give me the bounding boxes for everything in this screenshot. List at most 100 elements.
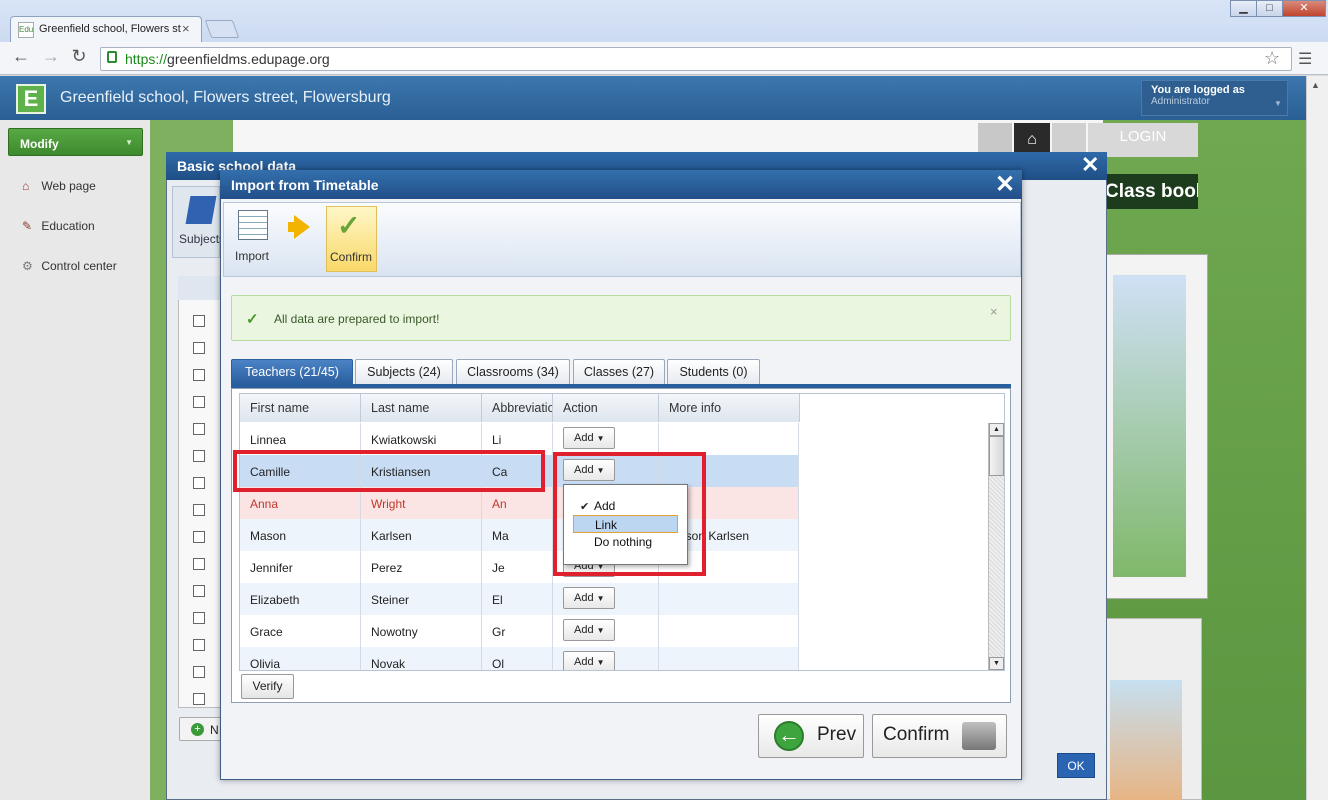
students-photo	[1110, 680, 1182, 800]
caret-icon: ▼	[596, 626, 605, 635]
bookmark-star-icon[interactable]: ☆	[1264, 48, 1280, 69]
action-dropdown[interactable]: Add ▼	[563, 587, 615, 609]
tree-image	[1113, 275, 1186, 577]
sidebar-item-education[interactable]: ✎ Education	[22, 219, 95, 233]
table-row[interactable]: Grace Nowotny Gr Add ▼	[240, 615, 799, 647]
class-book-link[interactable]: Class book	[1103, 174, 1198, 209]
tab-title: Greenfield school, Flowers st	[39, 23, 181, 35]
row-checkbox[interactable]	[193, 342, 205, 354]
spreadsheet-icon	[238, 210, 268, 240]
scroll-down-icon[interactable]: ▼	[989, 657, 1004, 670]
row-checkbox[interactable]	[193, 585, 205, 597]
tab-classes[interactable]: Classes (27)	[573, 359, 665, 384]
browser-tab[interactable]: Greenfield school, Flowers st	[10, 16, 202, 42]
arrow-right-head	[294, 215, 310, 239]
user-dropdown-icon[interactable]: ▼	[1274, 99, 1282, 108]
prev-label: Prev	[817, 724, 857, 745]
row-checkbox[interactable]	[193, 396, 205, 408]
url-text[interactable]: https://greenfieldms.edupage.org	[125, 51, 330, 67]
favicon-icon: Edu	[18, 22, 34, 38]
sidebar-item-label: Control center	[41, 259, 117, 273]
row-checkbox[interactable]	[193, 369, 205, 381]
row-checkbox[interactable]	[193, 666, 205, 678]
scroll-up-icon[interactable]: ▲	[989, 423, 1004, 436]
table-row[interactable]: Mason Karlsen Ma Mason Karlsen	[240, 519, 799, 551]
back-icon[interactable]: ←	[10, 46, 32, 67]
verify-button[interactable]: Verify	[241, 674, 294, 699]
action-dropdown[interactable]: Add ▼	[563, 427, 615, 449]
modify-label: Modify	[20, 137, 59, 151]
sidebar-item-label: Education	[41, 219, 95, 233]
table-row[interactable]: Olivia Novak Ol Add ▼	[240, 647, 799, 670]
logged-user: Administrator	[1151, 96, 1210, 107]
last-name-cell: Karlsen	[361, 519, 482, 551]
minimize-button[interactable]: ▁	[1230, 0, 1257, 17]
reload-icon[interactable]: ↻	[68, 46, 90, 67]
house-icon: ⌂	[22, 179, 30, 193]
maximize-button[interactable]: □	[1256, 0, 1283, 17]
action-cell: Add ▼	[553, 423, 659, 455]
tab-close-icon[interactable]: ×	[182, 21, 190, 36]
action-label: Add	[574, 432, 594, 444]
row-checkbox[interactable]	[193, 477, 205, 489]
outer-close-icon[interactable]: ✕	[1081, 152, 1099, 178]
page-scrollbar[interactable]	[1306, 76, 1328, 800]
last-name-cell: Novak	[361, 647, 482, 670]
action-label: Add	[574, 592, 594, 604]
column-header-more-info[interactable]: More info	[659, 394, 800, 422]
url-scheme: https://	[125, 51, 168, 67]
sidebar-item-control-center[interactable]: ⚙ Control center	[22, 259, 117, 273]
app-logo[interactable]: E	[16, 84, 46, 114]
column-header-last-name[interactable]: Last name	[361, 394, 482, 422]
window-close-button[interactable]: ✕	[1282, 0, 1326, 17]
modify-button[interactable]: Modify ▼	[8, 128, 143, 156]
row-checkbox[interactable]	[193, 639, 205, 651]
row-checkbox[interactable]	[193, 612, 205, 624]
checkmark-icon: ✓	[337, 210, 361, 241]
outer-grid-header	[178, 276, 222, 300]
row-checkbox[interactable]	[193, 315, 205, 327]
row-checkbox[interactable]	[193, 531, 205, 543]
scrollbar-thumb[interactable]	[989, 436, 1004, 476]
last-name-cell: Steiner	[361, 583, 482, 615]
close-icon[interactable]: ✕	[995, 170, 1015, 199]
logged-user-box[interactable]: You are logged as Administrator	[1141, 80, 1288, 116]
menu-icon[interactable]: ☰	[1298, 49, 1312, 69]
sidebar-item-web-page[interactable]: ⌂ Web page	[22, 179, 96, 193]
column-header-abbreviation[interactable]: Abbreviation	[482, 394, 553, 422]
sidebar-item-label: Web page	[41, 179, 96, 193]
ok-button[interactable]: OK	[1057, 753, 1095, 778]
action-label: Add	[574, 624, 594, 636]
row-checkbox[interactable]	[193, 504, 205, 516]
education-icon: ✎	[22, 219, 33, 233]
alert-message: All data are prepared to import!	[274, 312, 440, 326]
alert-close-icon[interactable]: ×	[990, 304, 998, 319]
column-header-action[interactable]: Action	[553, 394, 659, 422]
first-name-cell: Grace	[240, 615, 361, 647]
table-row[interactable]: Elizabeth Steiner El Add ▼	[240, 583, 799, 615]
column-header-first-name[interactable]: First name	[240, 394, 361, 422]
action-dropdown[interactable]: Add ▼	[563, 619, 615, 641]
table-row[interactable]: Jennifer Perez Je Add ▼	[240, 551, 799, 583]
tab-subjects[interactable]: Subjects (24)	[355, 359, 453, 384]
action-cell: Add ▼	[553, 615, 659, 647]
tab-students[interactable]: Students (0)	[667, 359, 760, 384]
action-dropdown[interactable]: Add ▼	[563, 651, 615, 670]
confirm-label: Confirm	[883, 724, 950, 745]
caret-icon: ▼	[596, 658, 605, 667]
tab-classrooms[interactable]: Classrooms (34)	[456, 359, 570, 384]
more-info-cell	[659, 423, 799, 455]
action-cell: Add ▼	[553, 583, 659, 615]
row-checkbox[interactable]	[193, 450, 205, 462]
import-dialog-title: Import from Timetable	[220, 170, 1022, 199]
forward-icon[interactable]: →	[40, 46, 62, 67]
chevron-down-icon: ▼	[125, 138, 133, 147]
import-step-label: Import	[235, 249, 270, 263]
row-checkbox[interactable]	[193, 693, 205, 705]
tab-teachers[interactable]: Teachers (21/45)	[231, 359, 353, 384]
row-checkbox[interactable]	[193, 558, 205, 570]
scroll-up-icon[interactable]: ▲	[1311, 80, 1320, 90]
caret-icon: ▼	[596, 434, 605, 443]
row-checkbox[interactable]	[193, 423, 205, 435]
abbreviation-cell: Ma	[482, 519, 553, 551]
